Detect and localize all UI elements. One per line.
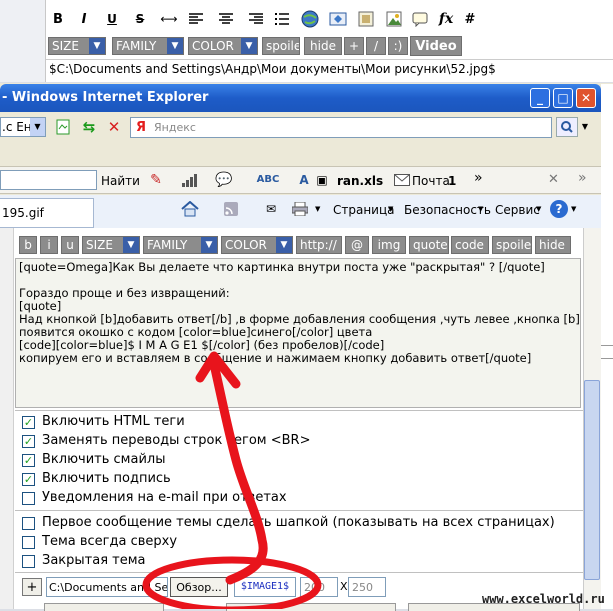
annotation-arrow	[209, 359, 268, 585]
annotation-overlay	[142, 351, 322, 609]
annotation-circle	[142, 556, 322, 609]
watermark: www.excelworld.ru	[482, 592, 605, 606]
